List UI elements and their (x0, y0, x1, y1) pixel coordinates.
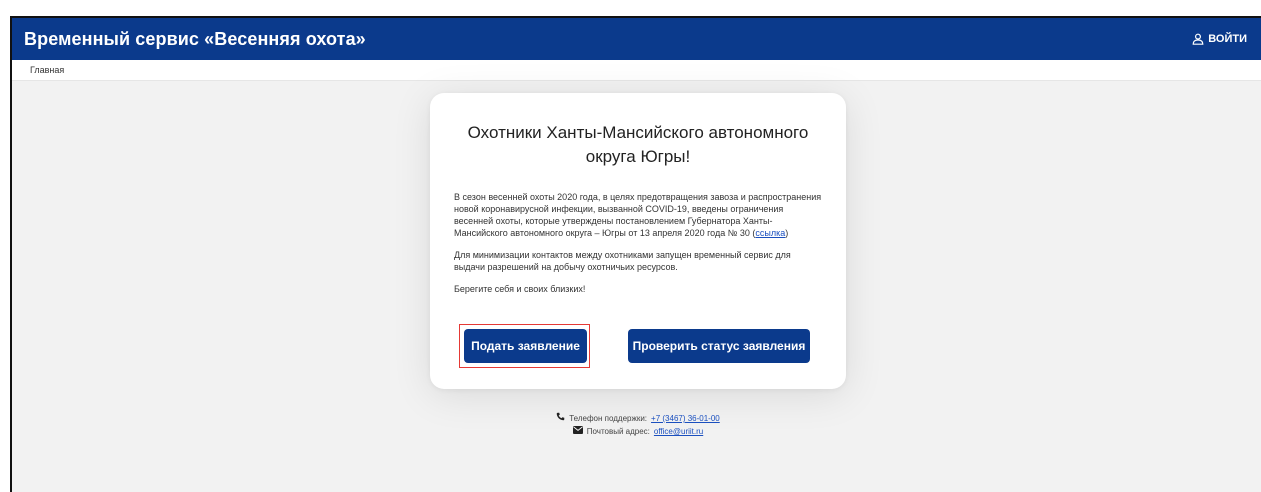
restrictions-text-end: ) (785, 228, 789, 238)
phone-icon (556, 412, 565, 425)
support-footer: Телефон поддержки: +7 (3467) 36-01-00 По… (430, 412, 846, 438)
app-title[interactable]: Временный сервис «Весенняя охота» (24, 29, 366, 50)
email-label: Почтовый адрес: (586, 427, 650, 436)
decree-link[interactable]: ссылка (755, 228, 785, 238)
email-link[interactable]: office@uriit.ru (654, 425, 703, 438)
top-app-bar: Временный сервис «Весенняя охота» ВОЙТИ (12, 18, 1261, 60)
card-paragraph-care: Берегите себя и своих близких! (454, 284, 586, 294)
user-icon (1192, 33, 1204, 45)
info-card: Охотники Ханты-Мансийского автономного о… (430, 93, 846, 389)
browser-viewport: Временный сервис «Весенняя охота» ВОЙТИ … (10, 16, 1261, 492)
card-heading: Охотники Ханты-Мансийского автономного о… (467, 123, 809, 166)
support-phone-row: Телефон поддержки: +7 (3467) 36-01-00 (430, 412, 846, 425)
card-paragraph-restrictions: В сезон весенней охоты 2020 года, в целя… (454, 191, 822, 239)
breadcrumb: Главная (12, 60, 1261, 81)
card-paragraph-service: Для минимизации контактов между охотника… (454, 250, 791, 272)
mail-icon (572, 425, 583, 438)
card-actions: Подать заявление Проверить статус заявле… (430, 323, 846, 368)
login-button[interactable]: ВОЙТИ (1192, 33, 1247, 45)
support-email-row: Почтовый адрес: office@uriit.ru (430, 425, 846, 438)
phone-link[interactable]: +7 (3467) 36-01-00 (651, 412, 720, 425)
apply-button[interactable]: Подать заявление (464, 329, 587, 363)
breadcrumb-home[interactable]: Главная (30, 65, 64, 75)
check-status-button[interactable]: Проверить статус заявления (628, 329, 810, 363)
phone-label: Телефон поддержки: (569, 414, 648, 423)
login-label: ВОЙТИ (1208, 33, 1247, 45)
